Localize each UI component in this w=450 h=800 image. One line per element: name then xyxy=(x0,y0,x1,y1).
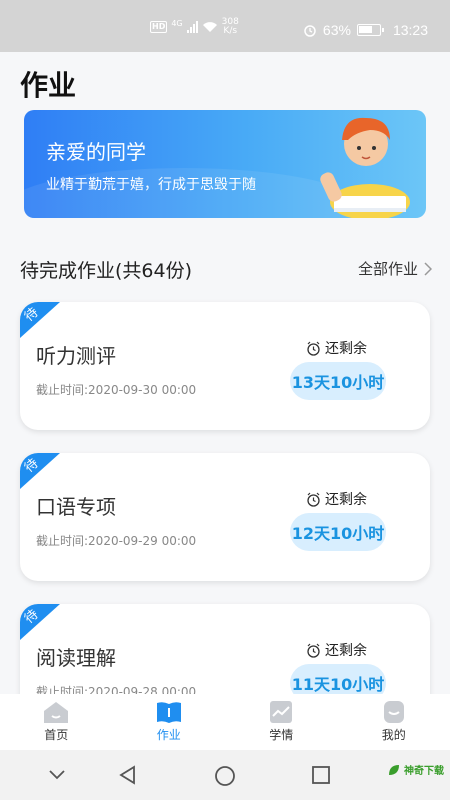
pending-homework-title: 待完成作业(共64份) xyxy=(20,260,193,282)
battery-icon xyxy=(356,24,384,36)
hd-badge: HD xyxy=(150,21,168,33)
page-title: 作业 xyxy=(20,69,77,102)
system-nav-bar xyxy=(0,750,450,800)
banner-subtitle: 业精于勤荒于嬉，行成于思毁于随 xyxy=(46,177,256,193)
back-icon[interactable] xyxy=(118,765,136,785)
profile-icon xyxy=(383,701,404,723)
alarm-clock-icon xyxy=(307,341,320,356)
status-right-icons: 63% 13:23 xyxy=(303,22,428,38)
banner-title: 亲爱的同学 xyxy=(46,140,146,164)
assignment-name: 听力测评 xyxy=(36,344,116,368)
tab-profile-label: 我的 xyxy=(381,728,406,742)
tab-homework[interactable]: 作业 xyxy=(113,694,226,750)
recent-apps-icon[interactable] xyxy=(311,765,331,785)
all-homework-label: 全部作业 xyxy=(357,260,418,278)
collapse-chevron-icon[interactable] xyxy=(48,769,66,781)
home-icon xyxy=(44,702,69,723)
watermark-leaf-icon xyxy=(389,764,399,775)
alarm-icon xyxy=(304,25,316,37)
speed-unit: K/s xyxy=(223,26,238,36)
status-left-icons: HD 4G 308 K/s xyxy=(150,18,239,36)
assignment-deadline: 截止时间:2020-09-29 00:00 xyxy=(36,534,197,548)
remaining-time: 13天10小时 xyxy=(290,362,386,400)
motivation-banner[interactable]: 亲爱的同学 业精于勤荒于嬉，行成于思毁于随 xyxy=(24,110,426,218)
tab-home[interactable]: 首页 xyxy=(0,694,113,750)
student-illustration-icon xyxy=(320,117,410,218)
tab-learning[interactable]: 学情 xyxy=(225,694,338,750)
remaining-label-text: 还剩余 xyxy=(325,643,367,659)
home-circle-icon[interactable] xyxy=(214,765,236,787)
signal-icon xyxy=(186,21,198,33)
status-bar: HD 4G 308 K/s 63% 13:23 xyxy=(0,0,450,52)
all-homework-link[interactable]: 全部作业 xyxy=(358,258,432,279)
alarm-clock-icon xyxy=(307,643,320,658)
assignment-name: 阅读理解 xyxy=(36,646,116,670)
remaining-time: 12天10小时 xyxy=(290,513,386,551)
watermark-text: 神奇下载 xyxy=(404,766,444,777)
remaining-label: 还剩余 xyxy=(306,640,367,660)
chart-icon xyxy=(270,701,293,723)
remaining-label-text: 还剩余 xyxy=(325,341,367,357)
assignment-deadline: 截止时间:2020-09-30 00:00 xyxy=(36,383,197,397)
chevron-right-icon xyxy=(424,261,432,276)
assignment-name: 口语专项 xyxy=(36,495,116,519)
clock: 13:23 xyxy=(392,22,428,38)
remaining-label: 还剩余 xyxy=(306,489,367,509)
tab-home-label: 首页 xyxy=(44,728,69,742)
wifi-icon xyxy=(202,22,217,32)
homework-book-icon xyxy=(156,702,181,723)
tab-learning-label: 学情 xyxy=(269,728,294,742)
alarm-clock-icon xyxy=(307,492,320,507)
network-speed: 308 K/s xyxy=(222,18,239,36)
tab-homework-label: 作业 xyxy=(156,728,181,742)
remaining-label-text: 还剩余 xyxy=(325,492,367,508)
assignment-card[interactable]: 待 听力测评 截止时间:2020-09-30 00:00 还剩余 13天10小时 xyxy=(20,302,430,430)
battery-percent: 63% xyxy=(322,22,351,38)
bottom-tab-bar: 首页 作业 学情 我的 xyxy=(0,694,450,750)
network-type: 4G xyxy=(171,18,183,28)
watermark-logo: 神奇下载 xyxy=(387,762,444,777)
tab-profile[interactable]: 我的 xyxy=(338,694,450,750)
assignment-card[interactable]: 待 口语专项 截止时间:2020-09-29 00:00 还剩余 12天10小时 xyxy=(20,453,430,581)
remaining-label: 还剩余 xyxy=(306,338,367,358)
